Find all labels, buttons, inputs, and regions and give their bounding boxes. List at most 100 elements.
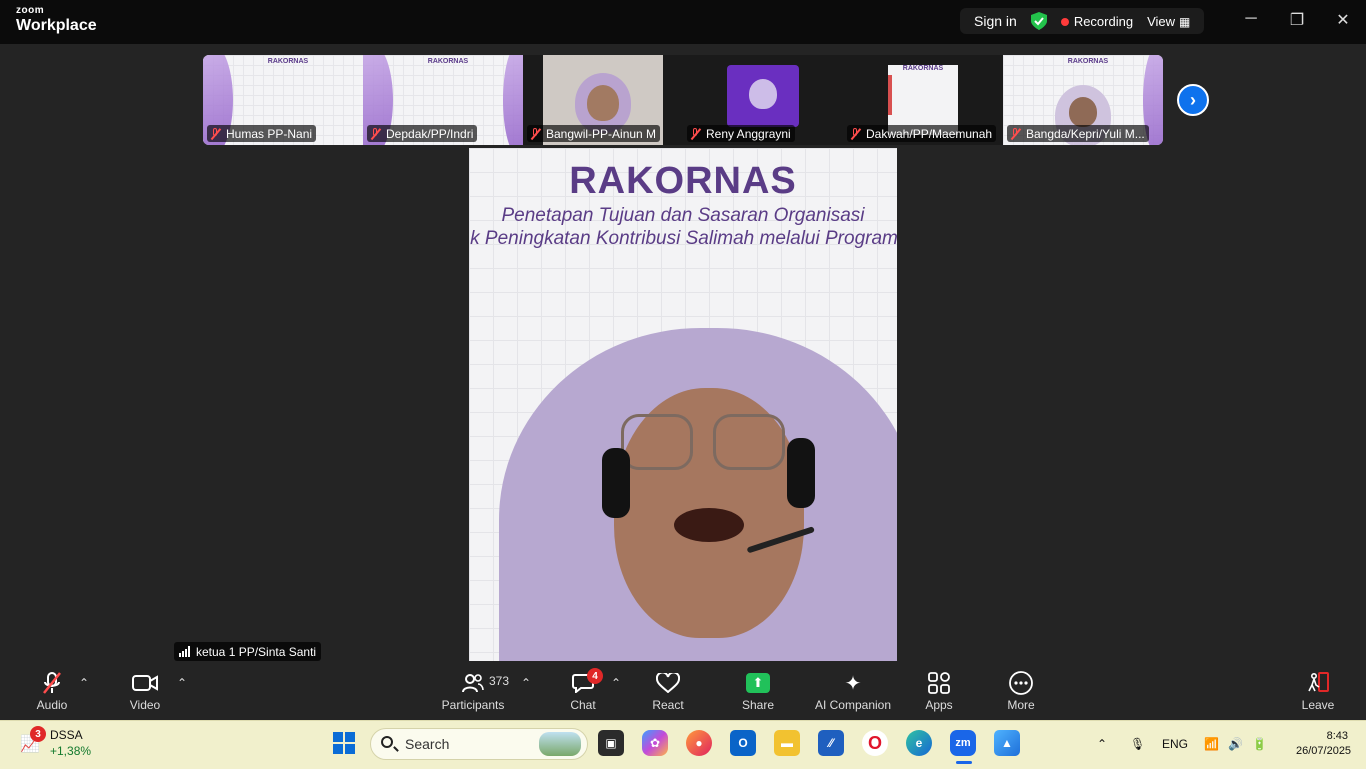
participant-tile[interactable]: Bangwil-PP-Ainun M (523, 55, 683, 145)
zoom-logo: zoom Workplace (16, 6, 97, 34)
participant-name-tag: Reny Anggrayni (687, 125, 795, 142)
mic-muted-icon (530, 127, 540, 140)
minimize-icon[interactable]: ─ (1239, 10, 1263, 28)
react-label: React (652, 698, 684, 712)
search-highlight-image (539, 732, 581, 756)
tray-mic-icon[interactable]: 🎙 (1130, 737, 1145, 751)
apps-label: Apps (925, 698, 953, 712)
leave-label: Leave (1301, 698, 1335, 712)
task-view-icon[interactable]: ▣ (598, 730, 624, 756)
participant-name: Reny Anggrayni (706, 126, 791, 141)
clock-date: 26/07/2025 (1296, 745, 1352, 757)
opera-icon[interactable]: O (862, 730, 888, 756)
app-icon[interactable]: ⁄⁄ (818, 730, 844, 756)
participants-options-chevron-icon[interactable]: ⌃ (521, 676, 531, 690)
video-options-chevron-icon[interactable]: ⌃ (177, 676, 187, 690)
recording-indicator[interactable]: Recording (1060, 13, 1134, 29)
participant-name-tag: Bangwil-PP-Ainun M (527, 125, 661, 142)
view-button[interactable]: View ▦ (1147, 14, 1190, 29)
audio-label: Audio (36, 698, 68, 712)
stock-change: +1,38% (50, 744, 92, 758)
windows-start-icon[interactable] (331, 730, 357, 756)
slide-title: RAKORNAS (902, 65, 944, 72)
audio-options-chevron-icon[interactable]: ⌃ (79, 676, 89, 690)
heart-icon (648, 670, 688, 696)
participant-strip: RAKORNAS Humas PP-Nani RAKORNAS Depdak/P… (203, 55, 1163, 145)
search-icon (381, 736, 393, 748)
tray-overflow-chevron-icon[interactable]: ⌃ (1097, 737, 1107, 751)
ai-companion-label: AI Companion (814, 698, 892, 712)
recording-dot-icon (1060, 17, 1069, 26)
taskbar-clock[interactable]: 8:43 26/07/2025 (1296, 729, 1352, 759)
clock-time: 8:43 (1326, 730, 1348, 742)
photos-icon[interactable]: ▲ (994, 730, 1020, 756)
brand-name: Workplace (16, 17, 97, 34)
volume-icon[interactable]: 🔊 (1228, 737, 1243, 751)
participant-tile[interactable]: RAKORNAS Humas PP-Nani (203, 55, 363, 145)
mic-muted-icon (210, 127, 220, 140)
close-icon[interactable]: ✕ (1331, 10, 1355, 30)
participant-video (1069, 97, 1097, 127)
video-button[interactable]: Video (124, 670, 166, 712)
slide-title: RAKORNAS (267, 58, 309, 65)
outlook-icon[interactable]: O (730, 730, 756, 756)
input-language[interactable]: ENG (1162, 737, 1188, 751)
participant-name-tag: Dakwah/PP/Maemunah (847, 125, 997, 142)
speaker-mouth (674, 508, 744, 542)
participants-label: Participants (441, 698, 505, 712)
mic-muted-icon (850, 127, 860, 140)
title-bar: zoom Workplace Sign in Recording View ▦ ─… (0, 0, 1366, 44)
audio-button[interactable]: Audio (32, 670, 72, 712)
share-button[interactable]: ⬆ Share (738, 670, 778, 712)
next-page-button[interactable]: › (1177, 84, 1209, 116)
participant-tile[interactable]: RAKORNAS Depdak/PP/Indri (363, 55, 523, 145)
share-label: Share (741, 698, 775, 712)
encryption-shield-icon[interactable] (1030, 12, 1047, 30)
participant-name: Bangwil-PP-Ainun M (546, 126, 657, 141)
taskbar-search-box[interactable]: Search (370, 728, 588, 760)
edge-icon[interactable]: e (906, 730, 932, 756)
active-speaker-video: RAKORNAS Penetapan Tujuan dan Sasaran Or… (469, 148, 897, 661)
slide-decoration (503, 55, 523, 145)
participant-name: Bangda/Kepri/Yuli M... (1026, 126, 1145, 141)
participant-name: Depdak/PP/Indri (386, 126, 474, 141)
participant-video (587, 85, 619, 121)
sign-in-button[interactable]: Sign in (974, 13, 1017, 29)
restore-icon[interactable]: ❐ (1285, 10, 1309, 30)
slide-title: RAKORNAS (1067, 58, 1109, 65)
react-button[interactable]: React (648, 670, 688, 712)
chat-label: Chat (570, 698, 596, 712)
chevron-right-icon: › (1190, 89, 1196, 110)
zoom-app-icon[interactable]: zm (950, 730, 976, 756)
participant-tile[interactable]: Reny Anggrayni (683, 55, 843, 145)
apps-icon (920, 670, 958, 696)
participant-tile[interactable]: RAKORNAS Dakwah/PP/Maemunah (843, 55, 1003, 145)
leave-icon (1298, 670, 1338, 696)
firefox-icon[interactable]: ● (686, 730, 712, 756)
signal-strength-icon (179, 646, 190, 657)
mic-muted-icon (370, 127, 380, 140)
ai-companion-button[interactable]: ✦ AI Companion (812, 670, 894, 713)
active-app-indicator (956, 761, 972, 764)
stock-widget[interactable]: 📈 3 DSSA +1,38% (20, 726, 92, 758)
participant-name-tag: Humas PP-Nani (207, 125, 317, 142)
leave-button[interactable]: Leave (1298, 670, 1338, 712)
more-button[interactable]: More (1002, 670, 1040, 712)
headset-earpiece (787, 438, 815, 508)
recording-label: Recording (1073, 13, 1134, 29)
grid-icon: ▦ (1179, 14, 1191, 29)
more-label: More (1007, 698, 1035, 712)
participant-tile[interactable]: RAKORNAS Bangda/Kepri/Yuli M... (1003, 55, 1163, 145)
participant-avatar (749, 79, 777, 109)
participant-name-tag: Depdak/PP/Indri (367, 125, 478, 142)
battery-icon[interactable]: 🔋 (1252, 737, 1267, 751)
chat-options-chevron-icon[interactable]: ⌃ (611, 676, 621, 690)
copilot-icon[interactable]: ✿ (642, 730, 668, 756)
wifi-icon[interactable]: 📶 (1204, 737, 1219, 751)
file-explorer-icon[interactable]: ▬ (774, 730, 800, 756)
view-label: View (1147, 13, 1176, 29)
apps-button[interactable]: Apps (920, 670, 958, 712)
speaker-name: ketua 1 PP/Sinta Santi (196, 644, 317, 659)
participant-name: Dakwah/PP/Maemunah (866, 126, 993, 141)
stock-name: DSSA (50, 728, 83, 742)
